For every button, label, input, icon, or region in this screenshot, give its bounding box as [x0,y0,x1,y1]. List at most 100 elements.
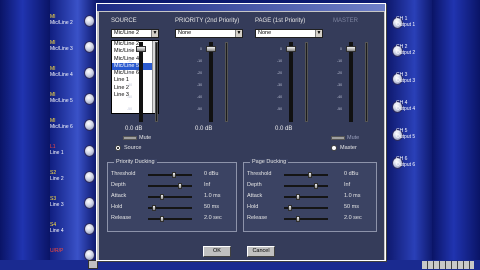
cancel-button[interactable]: Cancel [247,246,275,257]
ducking-param-slider[interactable] [148,194,192,200]
ducking-param-value: 1.0 ms [344,193,361,199]
ducking-param-value: 50 ms [204,204,219,210]
ducking-param-label: Depth [111,182,126,188]
source-select[interactable]: Mic/Line 2 ▼ [111,29,159,38]
fader-scale-mark: -20 [127,71,133,75]
channel-name: Line 4 [50,228,64,234]
master-radio-label: Master [340,145,357,151]
source-select-value: Mic/Line 2 [114,30,140,36]
channel-knob[interactable] [84,197,95,209]
channel-label: U/R/P [50,248,64,254]
ducking-param-slider[interactable] [284,205,328,211]
source-header: SOURCE [111,18,137,24]
page-fader-track[interactable] [289,42,293,122]
priority-fader-handle[interactable] [206,46,216,52]
ducking-param-label: Threshold [247,171,272,177]
ducking-param-value: 50 ms [344,204,359,210]
channel-knob[interactable] [84,41,95,53]
output-channel-name: Output 5 [396,134,416,140]
ducking-param-slider[interactable] [148,183,192,189]
slider-thumb[interactable] [288,205,292,211]
source-fader-track[interactable] [139,42,143,122]
priority-ducking-group: Priority Ducking Threshold 0 dBu Depth Inf A… [107,159,237,232]
ducking-param-label: Depth [247,182,262,188]
ducking-dialog: SOURCE PRIORITY (2nd Priority) PAGE (1st… [96,3,386,261]
channel-knob[interactable] [84,15,95,27]
master-radio[interactable] [331,145,337,151]
source-fader-handle[interactable] [136,46,146,52]
fader-scale-mark: -10 [337,59,343,63]
channel-knob[interactable] [84,223,95,235]
priority-ducking-title: Priority Ducking [114,159,157,165]
channel-name: Mic/Line 3 [50,46,73,52]
output-channel-name: Output 1 [396,22,416,28]
slider-thumb[interactable] [296,194,300,200]
master-fader-track[interactable] [349,42,353,122]
fader-scale-mark: 0 [130,47,132,51]
ducking-param-label: Release [111,215,132,221]
slider-thumb[interactable] [314,183,318,189]
ducking-param-label: Threshold [111,171,136,177]
priority-select[interactable]: None ▼ [175,29,243,38]
output-channel-name: Output 6 [396,162,416,168]
master-mute-toggle[interactable] [331,136,345,140]
fader-scale-mark: -40 [337,95,343,99]
fader-scale-mark: -30 [197,83,203,87]
priority-fader-track[interactable] [209,42,213,122]
ducking-param-label: Release [247,215,268,221]
chevron-down-icon[interactable]: ▼ [151,30,158,37]
ducking-param-slider[interactable] [148,205,192,211]
ducking-param-slider[interactable] [284,172,328,178]
ducking-param-slider[interactable] [284,194,328,200]
fader-scale-mark: -20 [197,71,203,75]
slider-thumb[interactable] [296,216,300,222]
ducking-param-slider[interactable] [284,183,328,189]
ducking-param-slider[interactable] [148,172,192,178]
page-select[interactable]: None ▼ [255,29,323,38]
page-select-value: None [258,30,272,36]
ducking-param-slider[interactable] [284,216,328,222]
ducking-param-value: 0 dBu [204,171,219,177]
fader-scale-mark: -40 [127,95,133,99]
ok-button[interactable]: OK [203,246,231,257]
source-dropdown-list[interactable]: Mic/Line 2 Mic/Line 3 Mic/Line 4 Mic/Line 5… [111,40,159,114]
channel-knob[interactable] [84,145,95,157]
fader-scale-mark: 0 [340,47,342,51]
output-channel-name: Output 2 [396,50,416,56]
priority-header: PRIORITY (2nd Priority) [175,18,240,24]
slider-thumb[interactable] [160,194,164,200]
slider-thumb[interactable] [178,183,182,189]
settings-icon[interactable] [88,260,98,269]
right-channel-strip [432,0,480,270]
channel-knob[interactable] [84,119,95,131]
dialog-title-bar[interactable] [97,4,385,11]
slider-thumb[interactable] [308,172,312,178]
chevron-down-icon[interactable]: ▼ [235,30,242,37]
ducking-param-label: Hold [247,204,259,210]
slider-thumb[interactable] [152,205,156,211]
slider-thumb[interactable] [160,216,164,222]
ducking-param-slider[interactable] [148,216,192,222]
chevron-down-icon[interactable]: ▼ [315,30,322,37]
master-header: MASTER [333,18,359,24]
source-radio[interactable] [115,145,121,151]
ducking-param-label: Hold [111,204,123,210]
output-channel-name: Output 4 [396,106,416,112]
master-fader-meter [365,42,368,122]
fader-scale-mark: -10 [277,59,283,63]
channel-knob[interactable] [84,93,95,105]
slider-thumb[interactable] [172,172,176,178]
fader-scale-mark: -10 [127,59,133,63]
channel-knob[interactable] [84,67,95,79]
status-bar [0,260,480,270]
fader-scale-mark: -40 [277,95,283,99]
fader-scale-mark: -50 [277,107,283,111]
source-mute-toggle[interactable] [123,136,137,140]
channel-name: Mic/Line 5 [50,98,73,104]
left-channel-strip [0,0,50,270]
source-fader-meter [155,42,158,122]
master-fader-handle[interactable] [346,46,356,52]
channel-knob[interactable] [84,171,95,183]
meter-strip [422,261,474,269]
page-fader-handle[interactable] [286,46,296,52]
